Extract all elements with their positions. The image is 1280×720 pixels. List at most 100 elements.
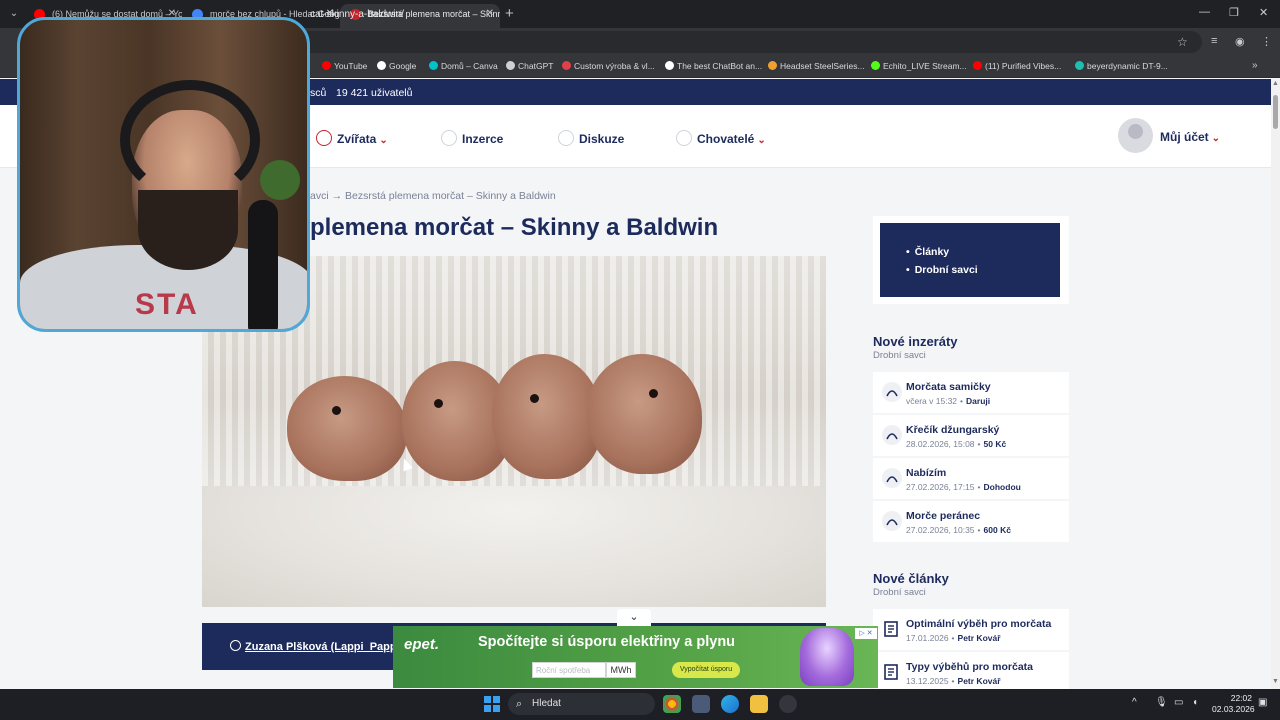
bag-icon: [441, 130, 457, 146]
close-icon[interactable]: ✕: [486, 4, 494, 24]
nav-inzerce[interactable]: Inzerce: [441, 130, 503, 146]
network-icon[interactable]: ▭: [1174, 697, 1183, 708]
ad-choices-icon[interactable]: ▷ ✕: [855, 628, 877, 639]
author-name: Zuzana Plšková (Lappi_Pappi): [245, 641, 404, 653]
plant-image: [260, 160, 300, 200]
side-link-clanky[interactable]: Články: [906, 246, 949, 258]
taskbar-clock[interactable]: 22:02 02.03.2026: [1212, 693, 1255, 715]
nav-label: Chovatelé: [697, 132, 755, 146]
ad-title: Morčata samičky: [906, 381, 991, 393]
ad-meta: 28.02.2026, 15:08 • 50 Kč: [906, 439, 1007, 449]
nav-chovatele[interactable]: Chovatelé ⌄: [676, 130, 766, 146]
ad-consumption-input[interactable]: Roční spotřeba: [532, 662, 606, 678]
article-title: Typy výběhů pro morčata: [906, 661, 1034, 673]
menu-icon[interactable]: ⋮: [1261, 35, 1272, 48]
chrome-icon[interactable]: [663, 695, 681, 713]
ad-logo: epet.: [404, 636, 440, 653]
new-articles-title: Nové články: [873, 571, 949, 586]
author-link[interactable]: Zuzana Plšková (Lappi_Pappi): [230, 640, 403, 653]
ad-meta: včera v 15:32 • Daruji: [906, 396, 991, 406]
bookmarks-more-icon[interactable]: »: [1252, 60, 1258, 71]
ad-collapse-button[interactable]: ⌄: [617, 609, 651, 626]
bookmark-chatgpt[interactable]: ChatGPT: [506, 61, 553, 71]
profile-icon[interactable]: ◉: [1235, 35, 1245, 48]
breadcrumb[interactable]: avci → Bezsrstá plemena morčat – Skinny …: [310, 190, 556, 202]
ad-card[interactable]: Morče peránec 27.02.2026, 10:35 • 600 Kč: [873, 501, 1069, 542]
minimize-icon[interactable]: —: [1199, 6, 1210, 18]
ad-meta: 27.02.2026, 10:35 • 600 Kč: [906, 525, 1011, 535]
article-card[interactable]: Typy výběhů pro morčata 13.12.2025 • Petr …: [873, 652, 1069, 689]
chat-icon: [558, 130, 574, 146]
article-icon: [884, 621, 898, 637]
side-link-drobni-savci[interactable]: Drobní savci: [906, 264, 978, 276]
nav-diskuze[interactable]: Diskuze: [558, 130, 624, 146]
ad-calculate-button[interactable]: Vypočítat úsporu: [672, 662, 740, 678]
taskbar-search[interactable]: ⌕ Hledat: [508, 693, 655, 715]
bookmark-purified[interactable]: (11) Purified Vibes...: [973, 61, 1061, 71]
account-menu[interactable]: Můj účet ⌄: [1160, 130, 1220, 144]
clock-time: 22:02: [1230, 693, 1252, 703]
window-close-icon[interactable]: ✕: [1259, 6, 1268, 19]
ad-card[interactable]: Morčata samičky včera v 15:32 • Daruji: [873, 372, 1069, 413]
ad-card[interactable]: Křečík džungarský 28.02.2026, 15:08 • 50 K…: [873, 415, 1069, 456]
nav-label: Zvířata: [337, 132, 377, 146]
store-icon[interactable]: [692, 695, 710, 713]
account-label: Můj účet: [1160, 130, 1209, 144]
chevron-down-icon: ⌄: [1211, 133, 1221, 144]
bookmark-label: The best ChatBot an...: [677, 61, 763, 71]
ad-date: 27.02.2026, 17:15: [906, 482, 975, 492]
edge-icon[interactable]: [721, 695, 739, 713]
new-ads-subtitle: Drobní savci: [873, 350, 926, 361]
animal-icon: [882, 425, 902, 445]
scrollbar-thumb[interactable]: [1273, 95, 1278, 129]
volume-icon[interactable]: ◖: [1192, 697, 1198, 708]
bookmark-custom[interactable]: Custom výroba & vl...: [562, 61, 655, 71]
youtube-icon: [973, 61, 982, 70]
category-box-inner: [880, 223, 1060, 297]
app-icon[interactable]: [779, 695, 797, 713]
steelseries-icon: [768, 61, 777, 70]
tab-search-icon[interactable]: ⌄: [6, 6, 22, 22]
canva-icon: [429, 61, 438, 70]
nav-zvirata[interactable]: Zvířata ⌄: [316, 130, 388, 146]
clock-date: 02.03.2026: [1212, 704, 1255, 714]
bookmark-steelseries[interactable]: Headset SteelSeries...: [768, 61, 865, 71]
bookmark-star-icon[interactable]: ☆: [1177, 35, 1188, 49]
guinea-pig-image: [492, 354, 602, 479]
scroll-up-icon[interactable]: ▲: [1272, 80, 1279, 87]
file-explorer-icon[interactable]: [750, 695, 768, 713]
microphone-icon[interactable]: 🎙: [1155, 697, 1168, 708]
article-date: 17.01.2026: [906, 633, 949, 643]
avatar[interactable]: [1118, 118, 1153, 153]
youtube-icon: [322, 61, 331, 70]
windows-start-icon[interactable]: [484, 696, 500, 712]
bookmark-chatbot[interactable]: The best ChatBot an...: [665, 61, 762, 71]
tray-overflow-icon[interactable]: ^: [1132, 697, 1137, 708]
guinea-pig-image: [287, 376, 407, 481]
bookmark-label: Domů – Canva: [441, 61, 498, 71]
scroll-down-icon[interactable]: ▼: [1272, 678, 1279, 685]
bookmark-beyerdynamic[interactable]: beyerdynamic DT-9...: [1075, 61, 1168, 71]
bookmark-canva[interactable]: Domů – Canva: [429, 61, 498, 71]
bookmark-youtube[interactable]: YouTube: [322, 61, 367, 71]
user-icon: [230, 640, 241, 651]
chevron-down-icon: ⌄: [629, 611, 639, 623]
notification-icon[interactable]: ▣: [1258, 697, 1267, 708]
ad-headline: Spočítejte si úsporu elektřiny a plynu: [478, 634, 736, 650]
omnibox[interactable]: [296, 31, 1202, 53]
ad-mascot-image: [800, 628, 854, 686]
eye: [332, 406, 341, 415]
article-meta: 17.01.2026 • Petr Kovář: [906, 633, 1001, 643]
media-icon[interactable]: ≡: [1211, 35, 1217, 47]
new-tab-icon[interactable]: +: [505, 5, 514, 22]
bookmark-kick[interactable]: Echito_LIVE Stream...: [871, 61, 967, 71]
page-scrollbar[interactable]: [1271, 79, 1280, 689]
bookmark-google[interactable]: Google: [377, 61, 416, 71]
url-text[interactable]: cat-skinny-a-baldwin/: [310, 9, 404, 20]
guinea-pig-image: [587, 354, 702, 474]
google-icon: [377, 61, 386, 70]
fur-rug: [202, 486, 826, 607]
restore-icon[interactable]: ❐: [1229, 6, 1239, 19]
ad-card[interactable]: Nabízím 27.02.2026, 17:15 • Dohodou: [873, 458, 1069, 499]
article-card[interactable]: Optimální výběh pro morčata 17.01.2026 • P…: [873, 609, 1069, 650]
